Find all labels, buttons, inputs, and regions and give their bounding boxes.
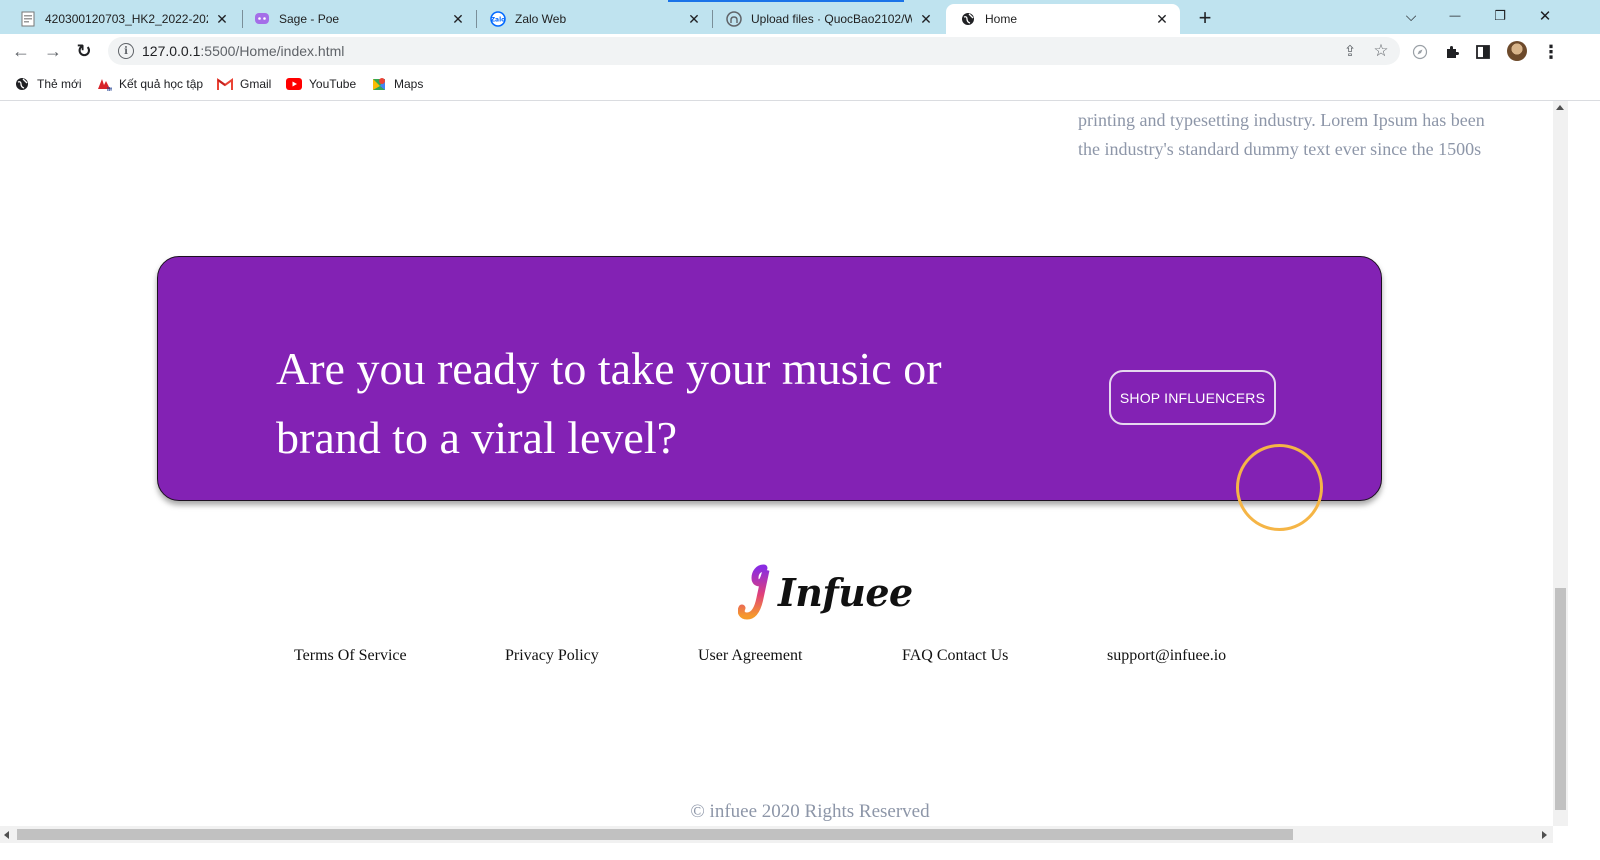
extensions-puzzle-icon[interactable] bbox=[1441, 41, 1463, 63]
cta-heading: Are you ready to take your music or bran… bbox=[276, 343, 942, 463]
new-tab-button[interactable]: + bbox=[1193, 5, 1217, 30]
tab-home[interactable]: Home ✕ bbox=[946, 4, 1180, 34]
url-path: :5500/Home/index.html bbox=[200, 43, 345, 59]
cta-banner: Are you ready to take your music or bran… bbox=[157, 256, 1382, 501]
window-close-button[interactable]: ✕ bbox=[1530, 4, 1560, 28]
window-right-edge bbox=[1568, 101, 1600, 860]
horizontal-scroll-thumb[interactable] bbox=[17, 829, 1293, 840]
site-info-icon[interactable]: i bbox=[118, 43, 134, 59]
document-icon bbox=[20, 11, 36, 27]
bookmark-label: YouTube bbox=[309, 77, 357, 91]
bookmark-label: Maps bbox=[394, 77, 424, 91]
vertical-scroll-thumb[interactable] bbox=[1555, 588, 1566, 810]
footer-link-faq-contact[interactable]: FAQ Contact Us bbox=[902, 647, 1008, 665]
back-button[interactable]: ← bbox=[9, 39, 33, 63]
tab-title: Home bbox=[985, 12, 1018, 26]
compass-extension-icon[interactable] bbox=[1409, 41, 1431, 63]
svg-text:IH: IH bbox=[107, 87, 112, 92]
zalo-icon: Zalo bbox=[490, 11, 506, 27]
vertical-scrollbar[interactable] bbox=[1553, 101, 1568, 826]
gmail-icon bbox=[217, 76, 233, 92]
close-icon[interactable]: ✕ bbox=[686, 11, 702, 27]
restore-button[interactable]: ❐ bbox=[1485, 4, 1515, 28]
window-bottom-edge bbox=[0, 843, 1600, 860]
tab-strip: 420300120703_HK2_2022-2023: I ✕ Sage - P… bbox=[0, 0, 1600, 34]
browser-menu-button[interactable]: ⋮ bbox=[1540, 41, 1562, 63]
bookmarks-bar: Thẻ mới IH Kết quả học tập Gmail YouTube… bbox=[0, 68, 1600, 101]
tab-github-upload[interactable]: Upload files · QuocBao2102/Web ✕ bbox=[712, 4, 944, 34]
infuee-logo-icon bbox=[738, 564, 770, 620]
shop-influencers-button[interactable]: SHOP INFLUENCERS bbox=[1109, 370, 1276, 425]
url-host: 127.0.0.1 bbox=[142, 43, 201, 59]
tab-zalo-web[interactable]: Zalo Zalo Web ✕ bbox=[476, 4, 712, 34]
forward-button[interactable]: → bbox=[41, 39, 65, 63]
bookmark-label: Thẻ mới bbox=[37, 77, 82, 91]
bookmark-star-icon[interactable]: ☆ bbox=[1370, 40, 1392, 62]
tab-title: 420300120703_HK2_2022-2023: I bbox=[45, 12, 208, 26]
profile-avatar[interactable] bbox=[1507, 41, 1527, 61]
close-icon[interactable]: ✕ bbox=[214, 11, 230, 27]
tab-title: Zalo Web bbox=[515, 12, 567, 26]
bookmark-gmail[interactable]: Gmail bbox=[217, 74, 271, 94]
footer-logo[interactable]: Infuee bbox=[738, 562, 913, 622]
tab-course-document[interactable]: 420300120703_HK2_2022-2023: I ✕ bbox=[6, 4, 240, 34]
footer-link-privacy[interactable]: Privacy Policy bbox=[505, 647, 599, 665]
github-icon bbox=[726, 11, 742, 27]
poe-icon bbox=[254, 11, 270, 27]
tab-loading-indicator bbox=[668, 0, 904, 2]
scroll-left-arrow-icon[interactable] bbox=[4, 831, 9, 839]
cursor-highlight-ring bbox=[1236, 444, 1323, 531]
bookmark-new-tab[interactable]: Thẻ mới bbox=[14, 74, 82, 94]
globe-icon bbox=[14, 76, 30, 92]
bookmark-youtube[interactable]: YouTube bbox=[286, 74, 356, 94]
close-icon[interactable]: ✕ bbox=[918, 11, 934, 27]
reload-button[interactable]: ↻ bbox=[72, 39, 96, 63]
tab-title: Upload files · QuocBao2102/Web bbox=[751, 12, 912, 26]
browser-toolbar: ← → ↻ i 127.0.0.1 :5500/Home/index.html … bbox=[0, 34, 1600, 68]
tab-sage-poe[interactable]: Sage - Poe ✕ bbox=[240, 4, 476, 34]
globe-icon bbox=[960, 11, 976, 27]
horizontal-scrollbar[interactable] bbox=[0, 826, 1553, 843]
share-icon[interactable]: ⇪ bbox=[1339, 40, 1361, 62]
address-bar[interactable]: i 127.0.0.1 :5500/Home/index.html bbox=[108, 37, 1400, 65]
bookmark-label: Kết quả học tập bbox=[119, 77, 204, 91]
page-viewport: printing and typesetting industry. Lorem… bbox=[0, 101, 1553, 826]
footer-link-support-email[interactable]: support@infuee.io bbox=[1107, 647, 1226, 665]
youtube-icon bbox=[286, 76, 302, 92]
university-logo-icon: IH bbox=[96, 76, 112, 92]
copyright-text: © infuee 2020 Rights Reserved bbox=[690, 801, 930, 822]
footer-link-user-agreement[interactable]: User Agreement bbox=[698, 647, 802, 665]
bookmark-academic-results[interactable]: IH Kết quả học tập bbox=[96, 74, 203, 94]
tab-title: Sage - Poe bbox=[279, 12, 340, 26]
intro-paragraph: printing and typesetting industry. Lorem… bbox=[1078, 110, 1485, 159]
bookmark-label: Gmail bbox=[240, 77, 272, 91]
side-panel-icon[interactable] bbox=[1472, 41, 1494, 63]
minimize-button[interactable]: — bbox=[1440, 4, 1470, 28]
close-icon[interactable]: ✕ bbox=[1154, 11, 1170, 27]
logo-wordmark: Infuee bbox=[778, 569, 913, 615]
close-icon[interactable]: ✕ bbox=[450, 11, 466, 27]
maps-icon bbox=[371, 76, 387, 92]
bookmark-maps[interactable]: Maps bbox=[371, 74, 423, 94]
footer-link-terms[interactable]: Terms Of Service bbox=[294, 647, 407, 665]
scroll-up-arrow-icon[interactable] bbox=[1556, 105, 1564, 110]
svg-text:Zalo: Zalo bbox=[491, 17, 506, 24]
tab-search-button[interactable]: ⌵ bbox=[1396, 4, 1426, 28]
scroll-right-arrow-icon[interactable] bbox=[1542, 831, 1547, 839]
